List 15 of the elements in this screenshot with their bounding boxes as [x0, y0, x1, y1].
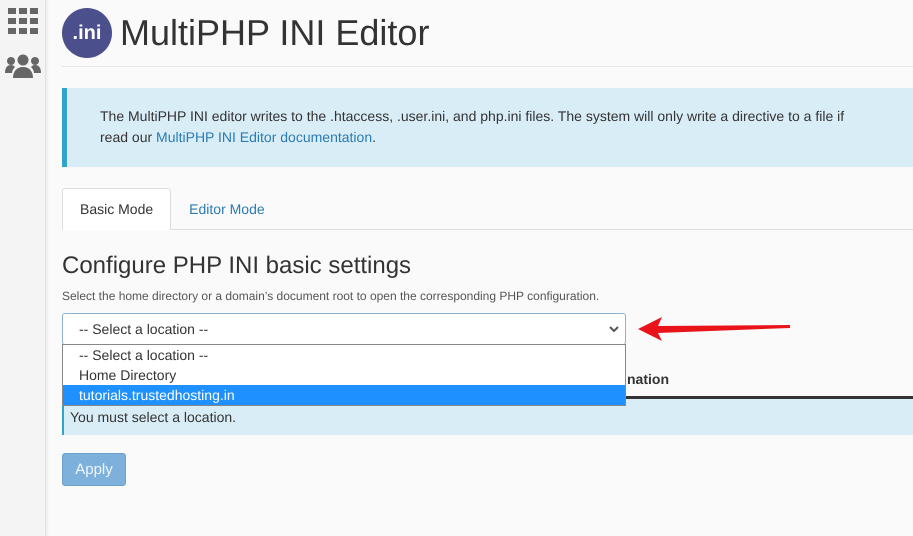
documentation-link[interactable]: MultiPHP INI Editor documentation: [156, 129, 372, 145]
section-description: Select the home directory or a domain’s document root to open the corresponding PHP configuration.: [62, 289, 600, 303]
tab[interactable]: Editor Mode: [171, 188, 283, 229]
grid-icon[interactable]: [8, 8, 38, 34]
dropdown-option[interactable]: -- Select a location --: [63, 345, 625, 365]
users-icon[interactable]: [4, 54, 40, 78]
dropdown-option[interactable]: Home Directory: [63, 365, 625, 385]
tab[interactable]: Basic Mode: [62, 188, 172, 230]
page-title: MultiPHP INI Editor: [120, 12, 430, 54]
alert-text: The MultiPHP INI editor writes to the .htaccess, .user.ini, and php.ini files. The system will only write a directive to a file if: [100, 107, 846, 126]
app-logo: .ini: [62, 8, 112, 58]
chevron-down-icon: [609, 326, 619, 332]
alert-text: read our MultiPHP INI Editor documentation.: [100, 128, 378, 147]
section-heading: Configure PHP INI basic settings: [62, 252, 412, 280]
location-select[interactable]: -- Select a location --: [62, 313, 626, 345]
